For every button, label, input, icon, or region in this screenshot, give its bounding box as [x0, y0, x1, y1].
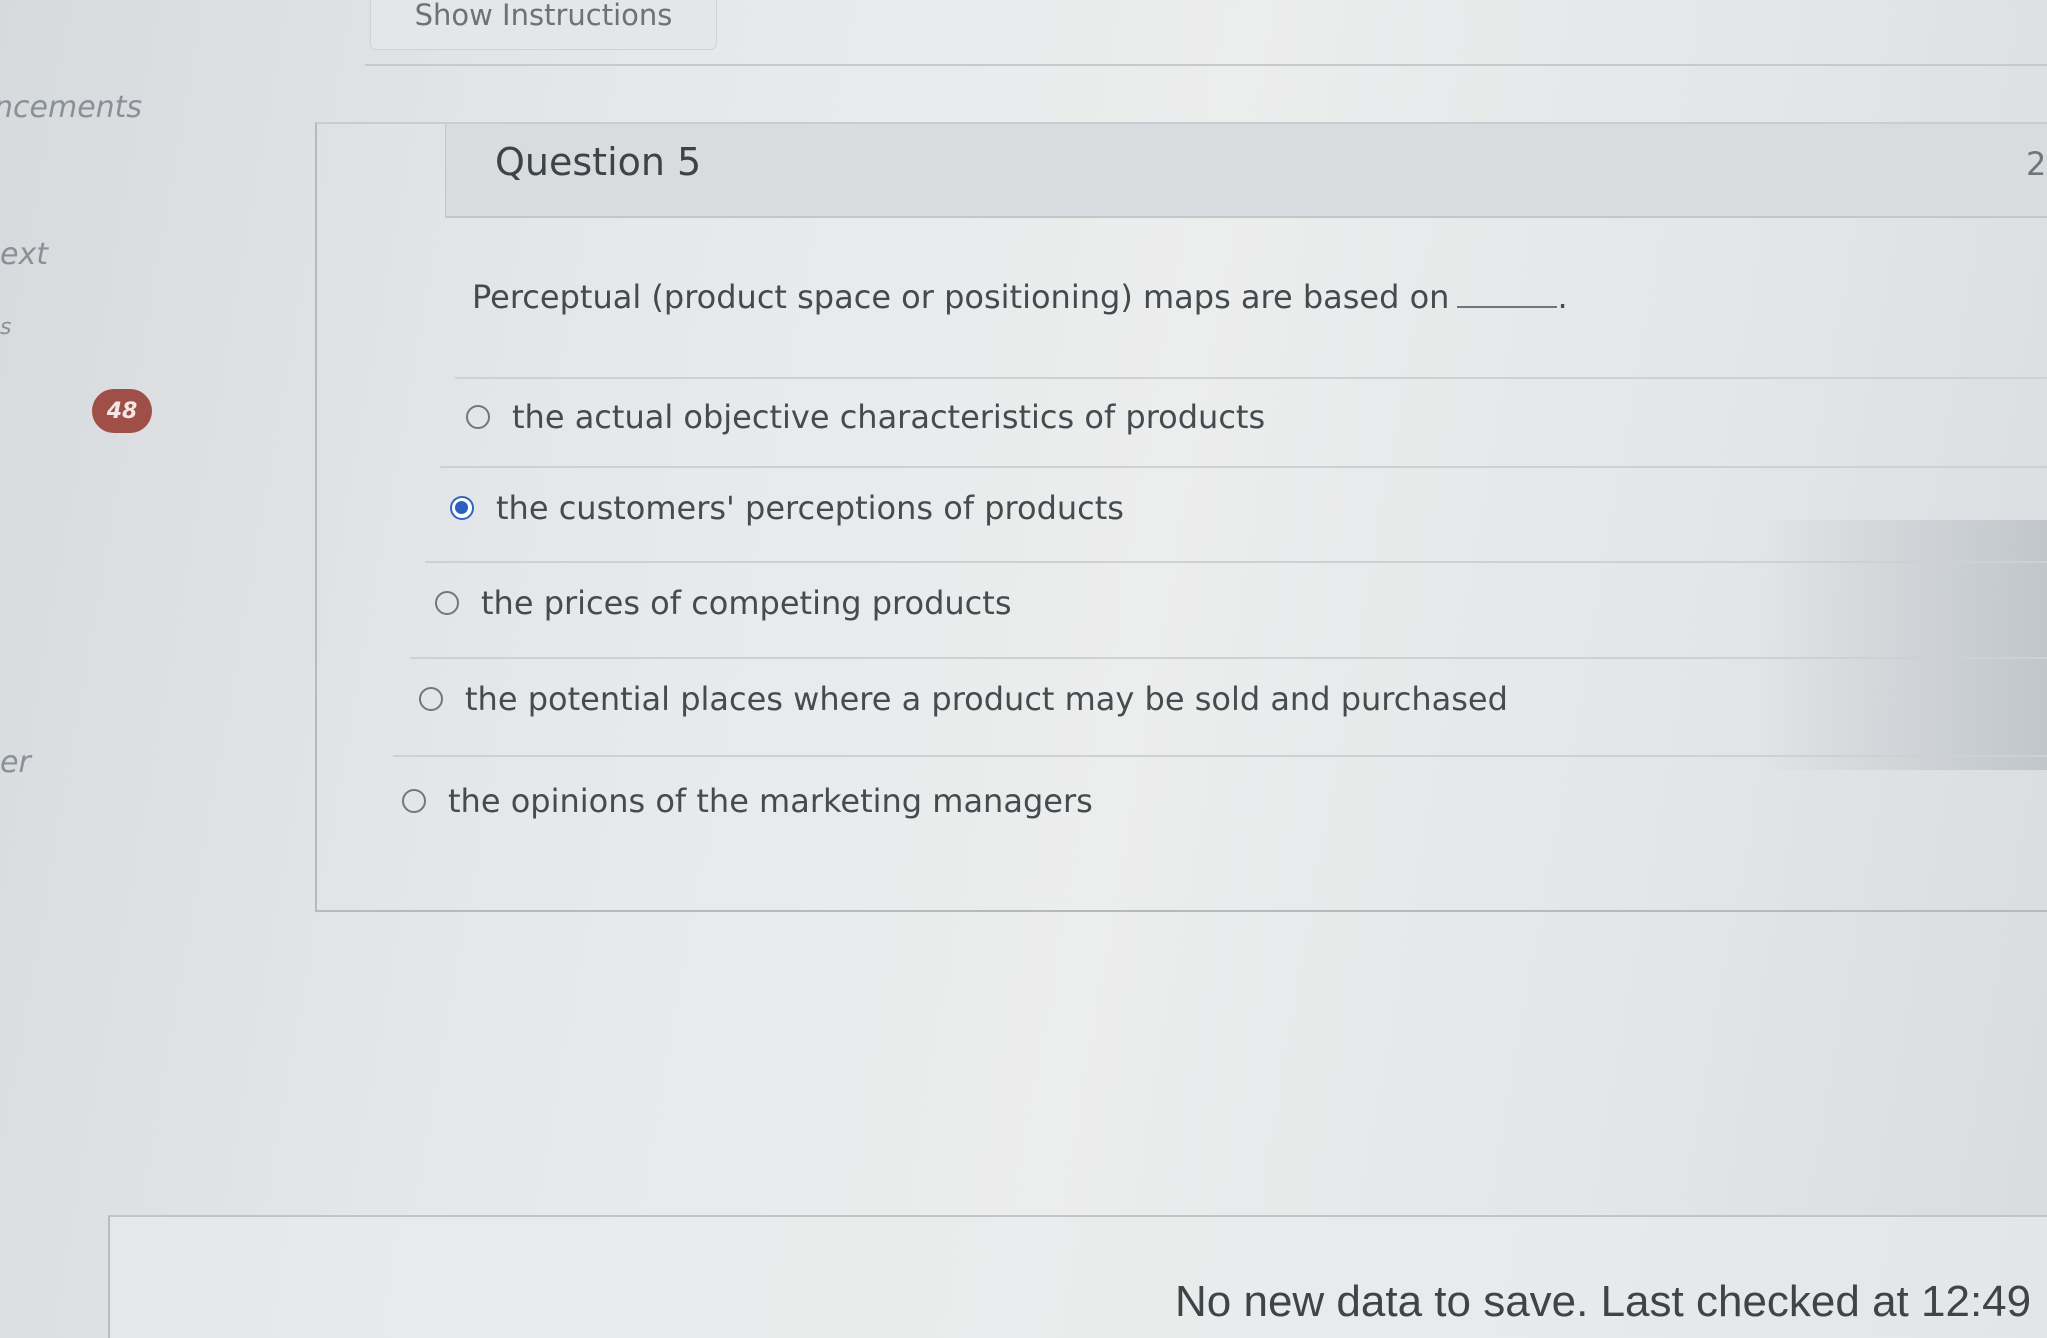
answer-option[interactable]: the prices of competing products	[435, 584, 1011, 622]
answer-option[interactable]: the opinions of the marketing managers	[402, 782, 1093, 820]
answer-option[interactable]: the actual objective characteristics of …	[466, 398, 1265, 436]
answer-label[interactable]: the customers' perceptions of products	[496, 489, 1124, 527]
notification-badge: 48	[92, 389, 152, 433]
divider	[410, 657, 2047, 659]
radio-button[interactable]	[466, 405, 490, 429]
question-title: Question 5	[495, 140, 702, 184]
divider	[425, 561, 2047, 563]
answer-label[interactable]: the opinions of the marketing managers	[448, 782, 1093, 820]
save-status-text: No new data to save. Last checked at 12:…	[1175, 1277, 2032, 1326]
divider	[440, 466, 2047, 468]
radio-button[interactable]	[419, 687, 443, 711]
radio-button-selected[interactable]	[450, 496, 474, 520]
answer-label[interactable]: the potential places where a product may…	[465, 680, 1508, 718]
answer-label[interactable]: the prices of competing products	[481, 584, 1011, 622]
radio-button[interactable]	[435, 591, 459, 615]
answer-label[interactable]: the actual objective characteristics of …	[512, 398, 1265, 436]
answer-option[interactable]: the potential places where a product may…	[419, 680, 1508, 718]
sidebar-item-text[interactable]: ext	[0, 237, 48, 272]
answer-option[interactable]: the customers' perceptions of products	[450, 489, 1124, 527]
show-instructions-button[interactable]: Show Instructions	[370, 0, 717, 50]
divider	[455, 377, 2047, 379]
radio-button[interactable]	[402, 789, 426, 813]
question-prompt-end: .	[1557, 278, 1568, 316]
divider	[365, 64, 2047, 66]
sidebar-item-s[interactable]: s	[0, 315, 11, 340]
sidebar-item-er[interactable]: er	[0, 745, 31, 780]
sidebar-item-announcements[interactable]: ncements	[0, 90, 142, 125]
divider	[393, 755, 2047, 757]
question-points: 2	[2026, 145, 2047, 183]
answer-blank	[1457, 282, 1558, 308]
question-prompt: Perceptual (product space or positioning…	[472, 278, 1568, 316]
question-prompt-text: Perceptual (product space or positioning…	[472, 278, 1450, 316]
